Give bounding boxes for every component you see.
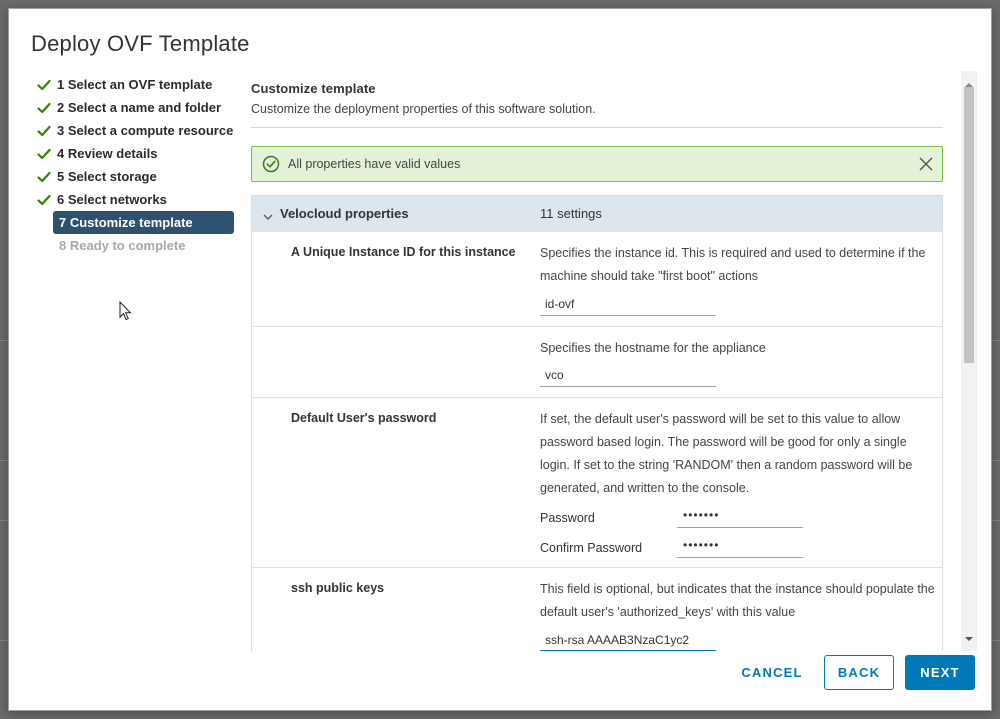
back-button[interactable]: BACK bbox=[824, 655, 894, 690]
scrollbar-thumb[interactable] bbox=[964, 87, 974, 363]
dialog-title: Deploy OVF Template bbox=[31, 31, 250, 56]
password-label: Password bbox=[540, 511, 595, 525]
alert-text: All properties have valid values bbox=[288, 157, 461, 171]
property-row-hostname: Specifies the hostname for the appliance… bbox=[252, 326, 942, 397]
step-label: 4 Review details bbox=[57, 146, 158, 161]
property-description: Specifies the hostname for the appliance bbox=[540, 341, 766, 355]
check-circle-icon bbox=[262, 155, 280, 173]
step-label: 3 Select a compute resource bbox=[57, 123, 234, 138]
step-select-networks[interactable]: 6 Select networks bbox=[31, 188, 243, 211]
step-select-ovf-template[interactable]: 1 Select an OVF template bbox=[31, 73, 243, 96]
mouse-pointer-icon bbox=[119, 300, 133, 326]
step-customize-template[interactable]: 7 Customize template bbox=[53, 211, 234, 234]
chevron-down-icon[interactable] bbox=[263, 208, 273, 226]
content-scrollbar[interactable] bbox=[961, 71, 977, 651]
step-label: 7 Customize template bbox=[59, 215, 193, 230]
check-icon bbox=[37, 101, 51, 115]
hostname-input[interactable]: vco bbox=[540, 363, 716, 387]
property-label: Default User's password bbox=[291, 411, 437, 425]
check-icon bbox=[37, 124, 51, 138]
close-icon[interactable] bbox=[918, 156, 934, 172]
step-label: 8 Ready to complete bbox=[59, 238, 186, 253]
deploy-ovf-dialog: Deploy OVF Template 1 Select an OVF temp… bbox=[8, 8, 992, 711]
section-title: Customize template bbox=[251, 81, 376, 96]
section-description: Customize the deployment properties of t… bbox=[251, 102, 596, 116]
group-header-velocloud[interactable]: Velocloud properties 11 settings bbox=[252, 196, 942, 231]
ssh-keys-input[interactable]: ssh-rsa AAAAB3NzaC1yc2 bbox=[540, 628, 716, 651]
wizard-steps: 1 Select an OVF template 2 Select a name… bbox=[31, 73, 243, 257]
step-select-name-folder[interactable]: 2 Select a name and folder bbox=[31, 96, 243, 119]
property-description: This field is optional, but indicates th… bbox=[540, 582, 935, 619]
property-label: A Unique Instance ID for this instance bbox=[291, 245, 516, 259]
divider bbox=[251, 127, 943, 128]
step-select-compute-resource[interactable]: 3 Select a compute resource bbox=[31, 119, 243, 142]
validation-alert: All properties have valid values bbox=[251, 146, 943, 182]
step-label: 2 Select a name and folder bbox=[57, 100, 222, 115]
check-icon bbox=[37, 78, 51, 92]
cancel-button[interactable]: CANCEL bbox=[737, 655, 807, 690]
group-title: Velocloud properties bbox=[280, 206, 409, 221]
property-description: Specifies the instance id. This is requi… bbox=[540, 246, 926, 283]
customize-template-panel: Customize template Customize the deploym… bbox=[251, 69, 957, 651]
check-icon bbox=[37, 170, 51, 184]
step-ready-to-complete: 8 Ready to complete bbox=[31, 234, 243, 257]
check-icon bbox=[37, 147, 51, 161]
property-row-default-password: Default User's password If set, the defa… bbox=[252, 397, 942, 567]
property-description: If set, the default user's password will… bbox=[540, 412, 913, 495]
panel-header: Customize template Customize the deploym… bbox=[251, 81, 943, 116]
step-review-details[interactable]: 4 Review details bbox=[31, 142, 243, 165]
properties-table: Velocloud properties 11 settings A Uniqu… bbox=[251, 195, 943, 651]
confirm-password-label: Confirm Password bbox=[540, 541, 643, 555]
property-row-ssh-keys: ssh public keys This field is optional, … bbox=[252, 567, 942, 651]
password-field[interactable]: ••••••• bbox=[677, 504, 803, 528]
step-label: 1 Select an OVF template bbox=[57, 77, 213, 92]
step-select-storage[interactable]: 5 Select storage bbox=[31, 165, 243, 188]
step-label: 5 Select storage bbox=[57, 169, 157, 184]
next-button[interactable]: NEXT bbox=[905, 655, 975, 690]
property-row-instance-id: A Unique Instance ID for this instance S… bbox=[252, 231, 942, 326]
check-icon bbox=[37, 193, 51, 207]
property-label: ssh public keys bbox=[291, 581, 385, 595]
group-count: 11 settings bbox=[540, 206, 602, 221]
step-label: 6 Select networks bbox=[57, 192, 167, 207]
confirm-password-field[interactable]: ••••••• bbox=[677, 534, 803, 558]
scroll-down-icon[interactable] bbox=[965, 629, 973, 647]
instance-id-input[interactable]: id-ovf bbox=[540, 292, 716, 316]
